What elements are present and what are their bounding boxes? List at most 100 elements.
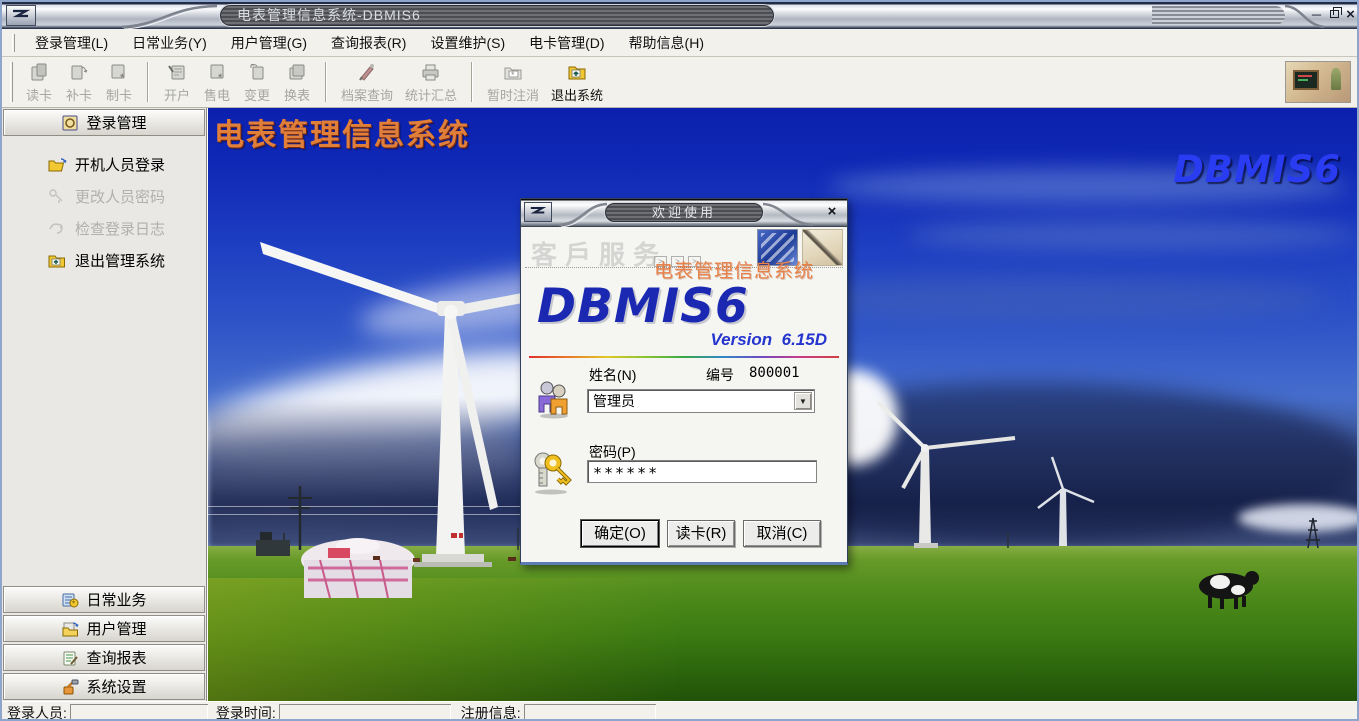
users-icon — [534, 379, 572, 419]
status-time-value — [279, 704, 451, 721]
minimize-button[interactable]: ─ — [1308, 5, 1325, 24]
dropdown-arrow-icon[interactable]: ▼ — [794, 392, 812, 410]
cow — [1199, 571, 1259, 609]
daily-business-icon: * — [61, 592, 79, 608]
menu-login[interactable]: 登录管理(L) — [23, 30, 120, 56]
tool-reissue-card: 补卡 — [59, 58, 99, 106]
menu-daily[interactable]: 日常业务(Y) — [120, 30, 219, 56]
toolbar-grip — [10, 62, 13, 102]
folder-pause-icon: * — [502, 60, 524, 84]
old-computer-icon — [1293, 70, 1319, 90]
tool-open-account: 开户 — [157, 58, 197, 106]
tool-temp-logout: * 暂时注消 — [481, 58, 545, 106]
exit-system-icon — [566, 60, 588, 84]
tool-exit-system[interactable]: 退出系统 — [545, 58, 609, 106]
tool-sell-power: * 售电 — [197, 58, 237, 106]
sidebar-header-daily[interactable]: * 日常业务 — [3, 586, 205, 613]
printer-icon — [420, 60, 442, 84]
menu-help[interactable]: 帮助信息(H) — [617, 30, 716, 56]
dialog-titlebar: 欢迎使用 × — [521, 199, 847, 227]
menu-user[interactable]: 用户管理(G) — [219, 30, 319, 56]
hammer-icon — [61, 679, 79, 695]
keys-icon — [529, 449, 573, 495]
password-input[interactable] — [587, 460, 817, 483]
cancel-button[interactable]: 取消(C) — [743, 520, 821, 547]
name-label: 姓名(N) — [589, 365, 636, 385]
read-card-button[interactable]: 读卡(R) — [667, 520, 735, 547]
status-operator-label: 登录人员: — [7, 703, 67, 721]
main-heading: 电表管理信息系统 — [214, 110, 470, 154]
tool-swap-meter: 换表 — [277, 58, 317, 106]
meter-swap-icon — [287, 60, 307, 84]
sidebar-header-settings[interactable]: 系统设置 — [3, 673, 205, 700]
card-reissue-icon — [69, 60, 89, 84]
report-icon — [61, 650, 79, 666]
sidebar-item-check-log: 检查登录日志 — [3, 212, 205, 244]
log-check-icon — [47, 220, 67, 236]
toolbar-photo-thumbnail — [1285, 61, 1351, 103]
change-icon — [247, 60, 267, 84]
tool-archive-query: 档案查询 — [335, 58, 399, 106]
toolbar-group-query: 档案查询 统计汇总 — [335, 58, 463, 106]
rainbow-divider — [529, 356, 839, 358]
sidebar: 登录管理 开机人员登录 更改人员密码 检查登录日志 退出管理系统 — [2, 108, 207, 701]
id-value: 800001 — [749, 365, 800, 381]
exit-folder-icon — [47, 252, 67, 268]
svg-text:*: * — [511, 70, 515, 80]
toolbar-group-session: * 暂时注消 退出系统 — [481, 58, 609, 106]
toolbar-separator — [325, 62, 327, 102]
open-folder-icon — [47, 156, 67, 172]
toolbar-separator — [147, 62, 149, 102]
status-operator-value — [70, 704, 208, 721]
sidebar-item-change-password: 更改人员密码 — [3, 180, 205, 212]
product-name: DBMIS6 — [537, 279, 749, 334]
sidebar-login-items: 开机人员登录 更改人员密码 检查登录日志 退出管理系统 — [3, 136, 205, 276]
id-label: 编号 — [706, 365, 734, 385]
svg-text:*: * — [120, 72, 125, 82]
tool-read-card: 读卡 — [19, 58, 59, 106]
sidebar-header-login[interactable]: 登录管理 — [3, 109, 205, 136]
toolbar-group-card: 读卡 补卡 * 制卡 — [19, 58, 139, 106]
card-read-icon — [29, 60, 49, 84]
operator-name-select[interactable]: 管理员 ▼ — [587, 389, 815, 413]
titlebar: 电表管理信息系统-DBMIS6 ─ × — [2, 2, 1357, 29]
window-title: 电表管理信息系统-DBMIS6 — [220, 5, 774, 26]
menu-settings[interactable]: 设置维护(S) — [418, 30, 517, 56]
app-window: 电表管理信息系统-DBMIS6 ─ × 登录管理(L) 日常业务(Y) 用户管理… — [0, 0, 1359, 721]
dialog-title: 欢迎使用 — [605, 203, 763, 222]
sidebar-header-report[interactable]: 查询报表 — [3, 644, 205, 671]
tool-statistics: 统计汇总 — [399, 58, 463, 106]
menubar-grip — [12, 34, 15, 52]
menu-report[interactable]: 查询报表(R) — [319, 30, 418, 56]
card-make-icon: * — [109, 60, 129, 84]
main-area: 电表管理信息系统 DBMIS6 欢迎使用 × 客戶服务 — [207, 108, 1357, 701]
status-time-label: 登录时间: — [216, 703, 276, 721]
password-label: 密码(P) — [589, 442, 636, 462]
status-register-value — [524, 704, 656, 721]
app-logo-icon — [6, 5, 36, 26]
archive-query-icon — [356, 60, 378, 84]
version-label: Version 6.15D — [710, 330, 827, 350]
close-button[interactable]: × — [1342, 5, 1359, 24]
statusbar: 登录人员: 登录时间: 注册信息: — [2, 701, 1357, 721]
sidebar-item-exit-system[interactable]: 退出管理系统 — [3, 244, 205, 276]
ok-button[interactable]: 确定(O) — [581, 520, 659, 547]
svg-text:*: * — [218, 72, 223, 82]
menu-card[interactable]: 电卡管理(D) — [517, 30, 616, 56]
sidebar-item-operator-login[interactable]: 开机人员登录 — [3, 148, 205, 180]
toolbar-separator — [471, 62, 473, 102]
sidebar-header-user[interactable]: 用户管理 — [3, 615, 205, 642]
dbmis-watermark: DBMIS6 — [1173, 148, 1341, 191]
sidebar-bottom-sections: * 日常业务 用户管理 查询报表 系统设置 — [3, 584, 205, 700]
login-dialog: 欢迎使用 × 客戶服务 > > > 电表管理信息系统 DBMIS6 Versio… — [520, 198, 848, 565]
svg-text:*: * — [72, 599, 75, 608]
power-sell-icon: * — [207, 60, 227, 84]
login-section-icon — [61, 115, 79, 131]
tool-make-card: * 制卡 — [99, 58, 139, 106]
status-register-label: 注册信息: — [461, 703, 521, 721]
user-folder-icon — [61, 621, 79, 637]
menubar: 登录管理(L) 日常业务(Y) 用户管理(G) 查询报表(R) 设置维护(S) … — [2, 29, 1357, 57]
dialog-close-button[interactable]: × — [824, 203, 840, 221]
titlebar-stripes — [1152, 6, 1285, 25]
toolbar-group-business: 开户 * 售电 变更 换表 — [157, 58, 317, 106]
